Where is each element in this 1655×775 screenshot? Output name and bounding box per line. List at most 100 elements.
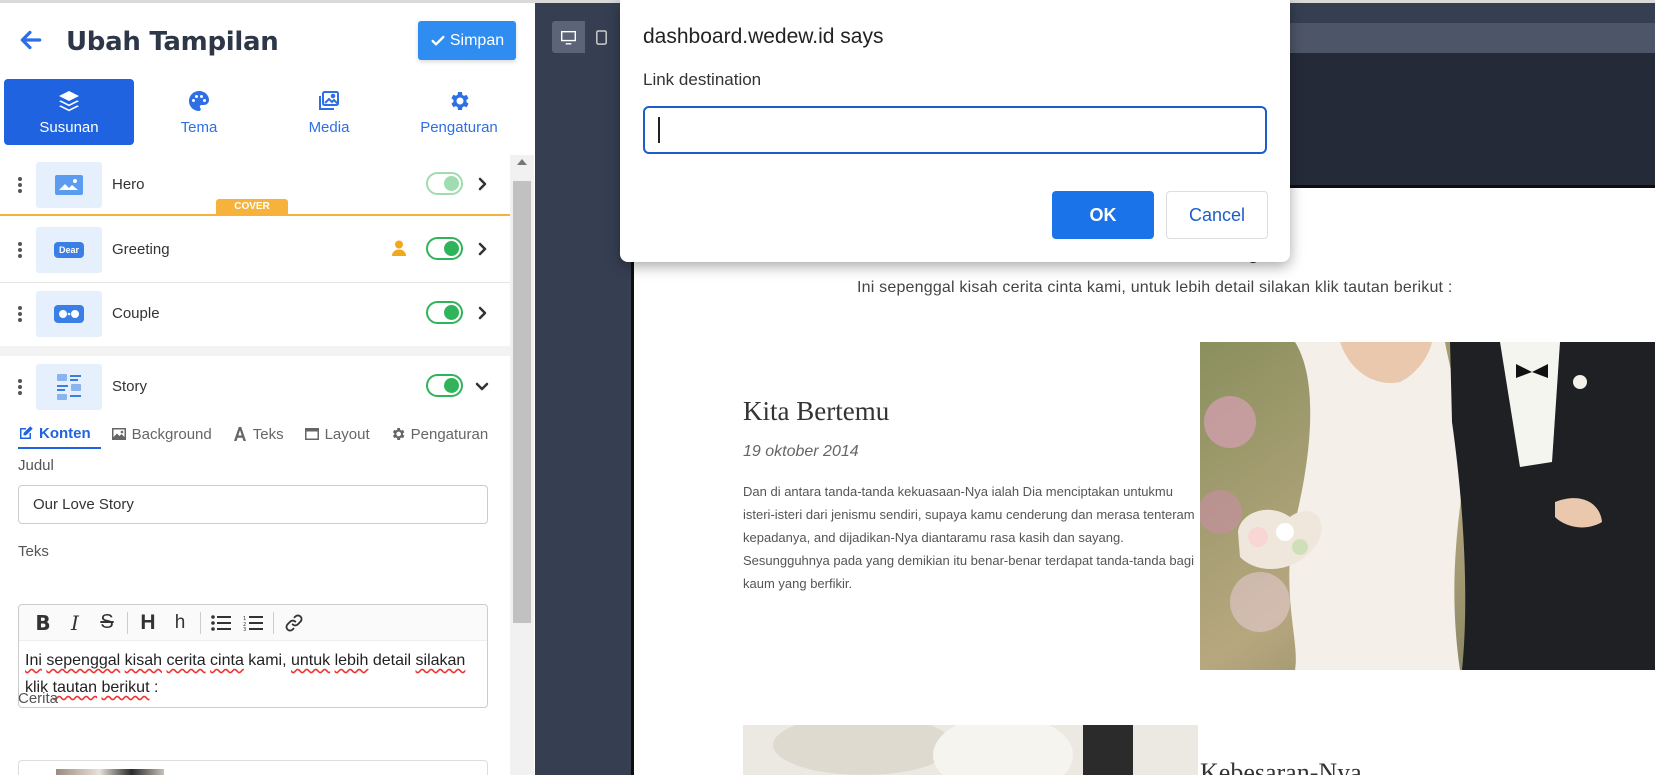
tab-label: Pengaturan (420, 118, 498, 136)
images-icon (319, 90, 339, 110)
story-intro-text: Ini sepenggal kisah cerita cinta kami, u… (857, 279, 1453, 296)
judul-input[interactable] (18, 485, 488, 524)
svg-text:3: 3 (243, 627, 246, 631)
couple-thumbnail-icon (36, 291, 102, 337)
editor-toolbar: B I S H h 123 (19, 605, 487, 641)
back-arrow-icon[interactable] (18, 27, 44, 53)
story-thumbnail-icon (36, 364, 102, 410)
panel-scrollbar[interactable] (510, 155, 534, 775)
editor-panel: Ubah Tampilan Simpan Susunan Tema Media … (0, 0, 535, 775)
chevron-right-icon[interactable] (474, 176, 490, 192)
editor-content[interactable]: Ini sepenggal kisah cerita cinta kami, u… (19, 641, 487, 707)
drag-handle-icon[interactable] (17, 378, 23, 396)
section-name: Story (112, 378, 148, 395)
tablet-icon[interactable] (585, 21, 618, 53)
tab-label: Susunan (39, 118, 99, 136)
tab-label: Tema (180, 118, 218, 136)
tab-media[interactable]: Media (264, 79, 394, 145)
text-caret (658, 117, 660, 143)
scrollbar-thumb[interactable] (513, 181, 531, 623)
bold-button[interactable]: B (27, 608, 59, 638)
tab-tema[interactable]: Tema (134, 79, 264, 145)
section-row-couple[interactable]: Couple (0, 291, 510, 337)
tab-label: Media (308, 118, 350, 136)
section-row-story[interactable]: Story (0, 364, 510, 410)
subtab-teks[interactable]: Teks (232, 419, 294, 449)
tab-susunan[interactable]: Susunan (4, 79, 134, 145)
greeting-thumbnail-icon: Dear (36, 227, 102, 273)
story-item-card[interactable] (18, 760, 488, 775)
edit-icon (20, 426, 33, 439)
drag-handle-icon[interactable] (17, 176, 23, 194)
heading-large-button[interactable]: H (132, 608, 164, 638)
save-button-label: Simpan (449, 31, 505, 49)
cover-badge: COVER (216, 199, 288, 214)
section-name: Hero (112, 176, 145, 193)
link-icon[interactable] (278, 608, 310, 638)
chevron-right-icon[interactable] (474, 241, 490, 257)
subtab-label: Pengaturan (410, 425, 489, 443)
section-name: Greeting (112, 241, 170, 258)
subtab-konten[interactable]: Konten (18, 419, 101, 449)
person-icon (392, 240, 406, 256)
event-title: Kita Bertemu (743, 396, 890, 426)
subtab-label: Teks (252, 425, 284, 443)
event-date: 19 oktober 2014 (743, 443, 859, 460)
wedding-second-photo (743, 725, 1198, 775)
greeting-visibility-toggle[interactable] (426, 237, 463, 260)
dialog-message: Link destination (643, 70, 762, 89)
chevron-right-icon[interactable] (474, 305, 490, 321)
bullet-list-icon[interactable] (205, 608, 237, 638)
numbered-list-icon[interactable]: 123 (237, 608, 269, 638)
strikethrough-button[interactable]: S (91, 608, 123, 638)
subtab-pengaturan[interactable]: Pengaturan (390, 419, 499, 449)
story-item-thumbnail (56, 769, 164, 775)
row-divider (0, 346, 510, 356)
preview-toolbar-strip (1235, 23, 1655, 53)
judul-label: Judul (18, 457, 54, 474)
link-destination-input[interactable] (643, 106, 1267, 154)
dialog-origin-text: dashboard.wedew.id says (643, 25, 884, 48)
event-title: Kebesaran-Nya (1200, 758, 1362, 775)
browser-prompt-dialog: dashboard.wedew.id says Link destination… (620, 0, 1290, 262)
row-divider (0, 282, 510, 283)
save-button[interactable]: Simpan (418, 21, 516, 60)
window-icon (304, 428, 319, 440)
hero-visibility-toggle[interactable] (426, 172, 463, 195)
ok-button[interactable]: OK (1052, 191, 1154, 239)
section-list: Hero COVER Dear Greeting Couple Story Ko… (0, 155, 510, 775)
chevron-down-icon[interactable] (474, 378, 490, 394)
story-sub-tabs: Konten Background Teks Layout Pengaturan (18, 419, 498, 455)
palette-icon (189, 90, 209, 111)
panel-header: Ubah Tampilan Simpan (0, 3, 535, 73)
cerita-label: Cerita (18, 690, 59, 707)
rich-text-editor[interactable]: B I S H h 123 Ini sepenggal kisah cerita… (18, 604, 488, 708)
story-visibility-toggle[interactable] (426, 374, 463, 397)
subtab-label: Layout (324, 425, 370, 443)
cancel-button[interactable]: Cancel (1166, 191, 1268, 239)
toolbar-divider (200, 611, 201, 634)
drag-handle-icon[interactable] (17, 241, 23, 259)
cover-divider (0, 214, 510, 216)
couple-visibility-toggle[interactable] (426, 301, 463, 324)
hero-thumbnail-icon (36, 162, 102, 208)
scroll-up-arrow-icon[interactable] (517, 159, 527, 165)
gear-icon (392, 428, 405, 440)
tab-pengaturan[interactable]: Pengaturan (394, 79, 524, 145)
section-name: Couple (112, 305, 160, 322)
toolbar-divider (127, 611, 128, 634)
toolbar-divider (273, 611, 274, 634)
main-tabs: Susunan Tema Media Pengaturan (4, 79, 524, 145)
heading-small-button[interactable]: h (164, 608, 196, 638)
check-icon (431, 35, 445, 45)
font-icon (233, 427, 246, 441)
subtab-background[interactable]: Background (111, 419, 222, 449)
site-hero-dark-area (1235, 53, 1655, 185)
page-title: Ubah Tampilan (66, 27, 279, 57)
desktop-icon[interactable] (552, 21, 585, 53)
greeting-thumb-text: Dear (53, 242, 84, 258)
italic-button[interactable]: I (59, 608, 91, 638)
drag-handle-icon[interactable] (17, 305, 23, 323)
section-row-greeting[interactable]: Dear Greeting (0, 227, 510, 273)
subtab-layout[interactable]: Layout (304, 419, 380, 449)
